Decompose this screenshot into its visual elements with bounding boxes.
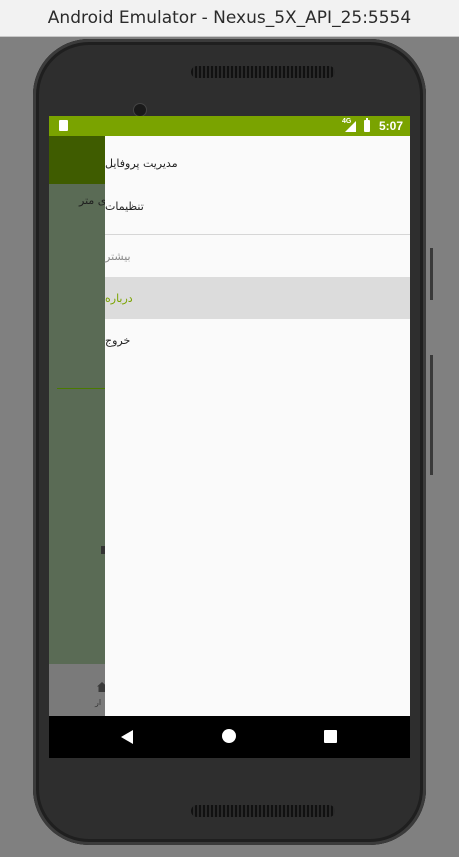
power-button[interactable] [430, 355, 433, 475]
menu-item-settings[interactable]: تنظیمات [105, 185, 410, 227]
background-partial-text: ی متر [79, 194, 107, 207]
recents-icon[interactable] [324, 730, 337, 743]
menu-item-profile-management[interactable]: مدیریت پروفایل [105, 142, 410, 184]
menu-section-label: بیشتر [105, 249, 131, 263]
window-title: Android Emulator - Nexus_5X_API_25:5554 [47, 8, 412, 28]
signal-icon [345, 121, 356, 132]
navigation-drawer: مدیریت پروفایل تنظیمات بیشتر درباره خروج [105, 136, 410, 716]
top-speaker [191, 66, 335, 78]
home-icon[interactable] [222, 729, 236, 743]
status-bar: 4G 5:07 [49, 116, 410, 136]
volume-button[interactable] [430, 248, 433, 300]
menu-item-label: تنظیمات [105, 199, 144, 213]
menu-item-logout[interactable]: خروج [105, 319, 410, 361]
battery-icon [364, 118, 370, 132]
menu-item-label: خروج [105, 333, 131, 347]
system-nav-bar [49, 716, 410, 758]
device-screen: 4G 5:07 ی متر ار مدیریت پروفایل تنظیمات … [49, 116, 410, 758]
front-camera [133, 103, 147, 117]
sd-card-icon [59, 120, 68, 131]
back-icon[interactable] [121, 730, 133, 744]
status-time: 5:07 [379, 119, 404, 133]
menu-section-header-more: بیشتر [105, 235, 410, 277]
emulator-title-bar: Android Emulator - Nexus_5X_API_25:5554 [0, 0, 459, 37]
menu-item-label: مدیریت پروفایل [105, 156, 178, 170]
menu-item-about[interactable]: درباره [105, 277, 410, 319]
bottom-speaker [191, 805, 335, 817]
menu-item-label: درباره [105, 291, 133, 305]
background-bottom-nav-label: ار [95, 698, 102, 707]
